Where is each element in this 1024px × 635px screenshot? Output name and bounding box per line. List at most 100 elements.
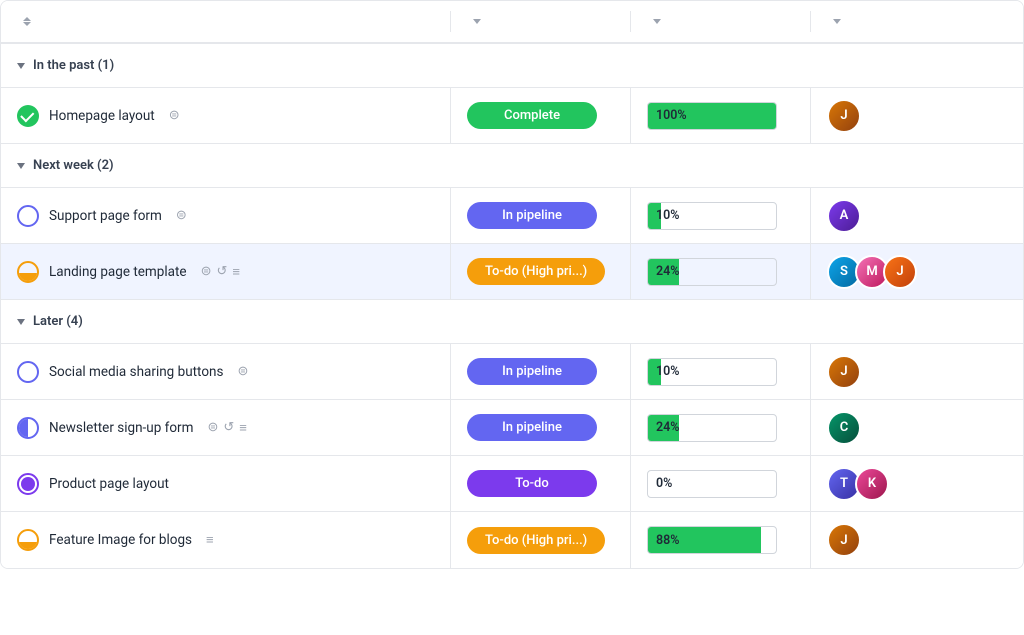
avatar-group: J: [827, 99, 861, 133]
task-title-cell: Product page layout: [1, 456, 451, 511]
progress-bar: 0%: [647, 470, 777, 498]
task-name[interactable]: Landing page template: [49, 264, 187, 280]
progress-cell: 10%: [631, 344, 811, 399]
task-title-cell: Newsletter sign-up form ⊜ ↺ ≡: [1, 400, 451, 455]
stage-cell: Complete: [451, 88, 631, 143]
stage-cell: In pipeline: [451, 400, 631, 455]
assigned-cell: SMJ: [811, 244, 971, 299]
task-action-icons: ⊜: [176, 208, 187, 223]
table-header: [1, 1, 1023, 44]
progress-label: 0%: [648, 476, 680, 491]
progress-label: 10%: [648, 364, 688, 379]
stage-cell: To-do: [451, 456, 631, 511]
assigned-cell: TK: [811, 456, 971, 511]
link-icon[interactable]: ⊜: [201, 264, 212, 279]
stage-cell: In pipeline: [451, 344, 631, 399]
sort-icon[interactable]: [23, 17, 31, 26]
task-status-icon[interactable]: [17, 361, 39, 383]
avatar-group: J: [827, 523, 861, 557]
progress-label: 100%: [648, 108, 695, 123]
group-header-next-week[interactable]: Next week (2): [1, 144, 1023, 188]
repeat-icon[interactable]: ↺: [216, 264, 227, 279]
task-status-icon[interactable]: [17, 529, 39, 551]
task-title-cell: Homepage layout ⊜: [1, 88, 451, 143]
avatar-group: TK: [827, 467, 889, 501]
task-name[interactable]: Social media sharing buttons: [49, 364, 223, 380]
groups-container: In the past (1) Homepage layout ⊜ Comple…: [1, 44, 1023, 568]
task-title-cell: Support page form ⊜: [1, 188, 451, 243]
progress-bar: 24%: [647, 414, 777, 442]
task-name[interactable]: Homepage layout: [49, 108, 155, 124]
task-title-cell: Feature Image for blogs ≡: [1, 512, 451, 568]
stage-cell: To-do (High pri...): [451, 244, 631, 299]
col-assigned[interactable]: [811, 11, 971, 32]
link-icon[interactable]: ⊜: [207, 420, 218, 435]
stage-badge[interactable]: In pipeline: [467, 414, 597, 441]
group-chevron-icon: [17, 163, 25, 169]
progress-bar: 24%: [647, 258, 777, 286]
task-name[interactable]: Feature Image for blogs: [49, 532, 192, 548]
task-action-icons: ⊜: [169, 108, 180, 123]
task-table: In the past (1) Homepage layout ⊜ Comple…: [0, 0, 1024, 569]
progress-cell: 100%: [631, 88, 811, 143]
link-icon[interactable]: ⊜: [176, 208, 187, 223]
group-label: Later (4): [33, 314, 83, 329]
table-row: Landing page template ⊜ ↺ ≡ To-do (High pr…: [1, 244, 1023, 300]
group-chevron-icon: [17, 319, 25, 325]
link-icon[interactable]: ⊜: [237, 364, 248, 379]
stage-badge[interactable]: Complete: [467, 102, 597, 129]
assigned-cell: J: [811, 88, 971, 143]
task-status-icon[interactable]: [17, 473, 39, 495]
task-name[interactable]: Support page form: [49, 208, 162, 224]
assigned-cell: C: [811, 400, 971, 455]
task-status-icon[interactable]: [17, 205, 39, 227]
task-title-cell: Landing page template ⊜ ↺ ≡: [1, 244, 451, 299]
col-progress[interactable]: [631, 11, 811, 32]
progress-label: 10%: [648, 208, 688, 223]
task-title-cell: Social media sharing buttons ⊜: [1, 344, 451, 399]
stage-badge[interactable]: In pipeline: [467, 358, 597, 385]
avatar-group: SMJ: [827, 255, 917, 289]
stage-badge[interactable]: To-do (High pri...): [467, 258, 605, 285]
progress-bar: 10%: [647, 202, 777, 230]
group-chevron-icon: [17, 63, 25, 69]
group-header-in-the-past[interactable]: In the past (1): [1, 44, 1023, 88]
list-icon[interactable]: ≡: [239, 420, 247, 436]
task-name[interactable]: Product page layout: [49, 476, 169, 492]
task-status-icon[interactable]: [17, 417, 39, 439]
avatar-group: J: [827, 355, 861, 389]
task-status-icon[interactable]: [17, 105, 39, 127]
assigned-cell: J: [811, 344, 971, 399]
assigned-cell: A: [811, 188, 971, 243]
list-icon[interactable]: ≡: [206, 532, 214, 548]
avatar-group: A: [827, 199, 861, 233]
list-icon[interactable]: ≡: [232, 264, 240, 280]
avatar-group: C: [827, 411, 861, 445]
progress-label: 24%: [648, 420, 688, 435]
stage-badge[interactable]: To-do (High pri...): [467, 527, 605, 554]
group-header-later[interactable]: Later (4): [1, 300, 1023, 344]
col-task-title[interactable]: [1, 11, 451, 32]
task-status-icon[interactable]: [17, 261, 39, 283]
avatar: K: [855, 467, 889, 501]
group-label: Next week (2): [33, 158, 114, 173]
task-name[interactable]: Newsletter sign-up form: [49, 420, 193, 436]
chevron-down-icon: [833, 19, 841, 24]
progress-cell: 10%: [631, 188, 811, 243]
table-row: Feature Image for blogs ≡ To-do (High pr…: [1, 512, 1023, 568]
avatar: A: [827, 199, 861, 233]
stage-cell: To-do (High pri...): [451, 512, 631, 568]
table-row: Product page layout To-do 0% TK: [1, 456, 1023, 512]
task-action-icons: ⊜ ↺ ≡: [201, 264, 240, 280]
progress-cell: 0%: [631, 456, 811, 511]
link-icon[interactable]: ⊜: [169, 108, 180, 123]
table-row: Support page form ⊜ In pipeline 10% A: [1, 188, 1023, 244]
avatar: J: [827, 99, 861, 133]
progress-label: 88%: [648, 533, 688, 548]
stage-badge[interactable]: In pipeline: [467, 202, 597, 229]
avatar: J: [827, 523, 861, 557]
col-stage[interactable]: [451, 11, 631, 32]
repeat-icon[interactable]: ↺: [223, 420, 234, 435]
task-action-icons: ⊜ ↺ ≡: [207, 420, 246, 436]
stage-badge[interactable]: To-do: [467, 470, 597, 497]
